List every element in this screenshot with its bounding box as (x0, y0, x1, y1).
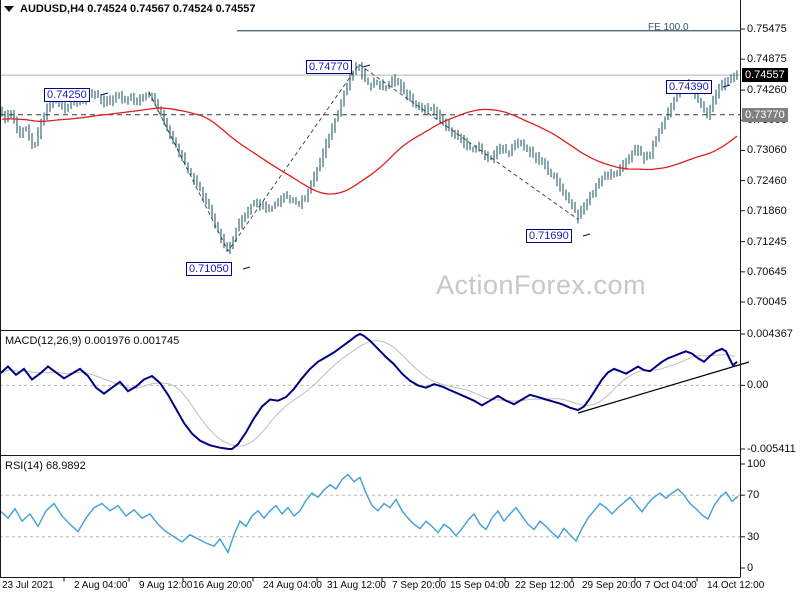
price-axis-tick: 0.70645 (747, 265, 787, 278)
time-axis-label: 16 Aug 20:00 (193, 580, 252, 591)
rsi-axis-tick: 30 (747, 530, 760, 543)
price-level-tag[interactable]: 0.74770 (306, 60, 352, 74)
price-axis-tick: 0.71245 (747, 235, 787, 248)
time-axis-label: 15 Sep 04:00 (450, 580, 510, 591)
macd-axis-tick: 0.00 (747, 379, 769, 392)
time-axis-label: 24 Aug 04:00 (263, 580, 322, 591)
time-axis-label: 9 Aug 12:00 (139, 580, 193, 591)
rsi-axis-tick: 0 (747, 562, 754, 574)
symbol-ohlc-text: AUDUSD,H4 0.74524 0.74567 0.74524 0.7455… (20, 3, 256, 15)
macd-axis-tick: 0.004367 (747, 328, 793, 340)
symbol-dropdown-icon[interactable] (4, 6, 14, 12)
time-axis-label: 23 Jul 2021 (2, 580, 54, 591)
price-axis-tick: 0.71860 (747, 204, 787, 217)
price-axis-tick: 0.74260 (747, 84, 787, 97)
price-axis-tick: 0.73060 (747, 144, 787, 157)
chart-window: AUDUSD,H4 0.74524 0.74567 0.74524 0.7455… (0, 0, 800, 600)
price-level-tag[interactable]: 0.71050 (186, 262, 232, 276)
actionforex-watermark: ActionForex.com (436, 270, 647, 300)
axis-price-flag: 0.73770 (742, 107, 788, 122)
time-axis-label: 14 Oct 12:00 (707, 580, 765, 591)
time-axis-label: 7 Sep 20:00 (392, 580, 446, 591)
price-level-tag[interactable]: 0.74390 (666, 80, 712, 94)
price-axis-tick: 0.70045 (747, 296, 787, 308)
price-axis-tick: 0.72460 (747, 174, 787, 187)
macd-indicator-label: MACD(12,26,9) 0.001976 0.001745 (5, 335, 180, 347)
macd-axis-tick: -0.005411 (747, 443, 796, 455)
time-axis-label: 22 Sep 12:00 (515, 580, 575, 591)
fib-expansion-label[interactable]: FE 100.0 (648, 22, 689, 33)
time-axis-label: 2 Aug 04:00 (74, 580, 128, 591)
time-axis-label: 29 Sep 20:00 (582, 580, 642, 591)
price-axis-tick: 0.74875 (747, 53, 787, 66)
time-axis-label: 7 Oct 04:00 (645, 580, 697, 591)
price-level-tag[interactable]: 0.74250 (44, 88, 90, 102)
axis-price-flag: 0.74557 (742, 68, 788, 83)
price-axis-tick: 0.75475 (747, 23, 787, 35)
rsi-indicator-label: RSI(14) 68.9892 (5, 460, 86, 472)
price-level-tag[interactable]: 0.71690 (526, 229, 572, 243)
symbol-title-bar: AUDUSD,H4 0.74524 0.74567 0.74524 0.7455… (4, 3, 255, 15)
time-axis-label: 31 Aug 12:00 (327, 580, 386, 591)
rsi-axis-tick: 100 (747, 458, 766, 470)
rsi-axis-tick: 70 (747, 489, 760, 502)
